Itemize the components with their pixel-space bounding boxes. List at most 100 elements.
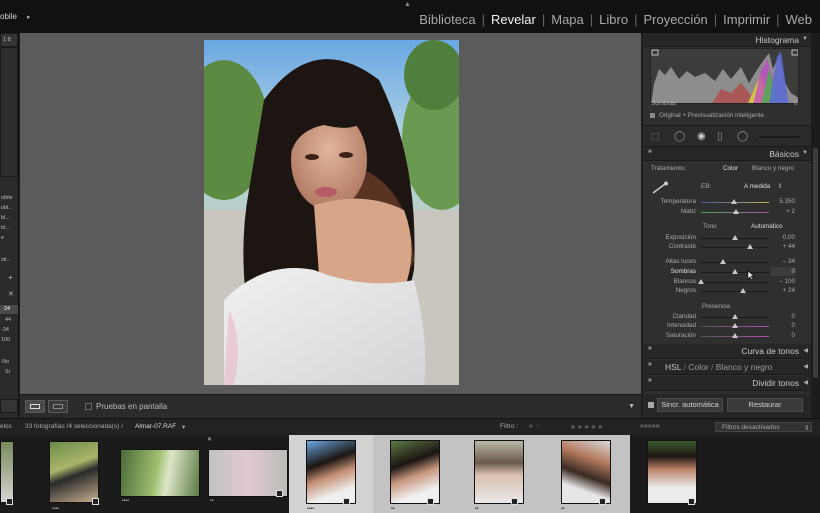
history-value[interactable]: 44 xyxy=(5,317,11,324)
slider-knob[interactable] xyxy=(732,333,738,338)
clarity-value[interactable]: 0 xyxy=(771,313,795,320)
reset-button[interactable]: Restaurar xyxy=(727,398,803,412)
module-web[interactable]: Web xyxy=(780,12,819,27)
snapshot-item[interactable]: sti... xyxy=(1,257,11,264)
identity-arrow-icon[interactable]: ▸ xyxy=(27,13,31,21)
saturation-slider[interactable] xyxy=(701,333,769,338)
shadows-slider[interactable] xyxy=(701,269,769,274)
vibrance-value[interactable]: 0 xyxy=(771,322,795,329)
top-panel-toggle-icon[interactable]: ▲ xyxy=(404,1,411,8)
crop-tool-icon[interactable]: ⬚ xyxy=(651,131,660,142)
soft-proof-checkbox[interactable] xyxy=(85,403,92,410)
slider-knob[interactable] xyxy=(720,259,727,264)
history-value[interactable]: -34 xyxy=(1,327,9,334)
highlights-slider[interactable] xyxy=(701,259,769,264)
red-eye-icon[interactable]: ◉ xyxy=(697,131,706,142)
filmstrip-thumbnail[interactable]: •••• xyxy=(116,435,202,513)
source-label[interactable]: elos xyxy=(0,423,12,430)
star-filter-icon[interactable]: ★★★★★ xyxy=(570,423,604,431)
filmstrip-thumbnail[interactable]: •••• xyxy=(44,435,102,513)
right-panel-scrollbar[interactable] xyxy=(811,33,820,418)
histogram-graph[interactable] xyxy=(650,48,799,104)
filmstrip-thumbnail[interactable] xyxy=(630,435,710,513)
tint-slider[interactable] xyxy=(701,209,769,214)
slider-knob[interactable] xyxy=(732,323,738,328)
blacks-value[interactable]: + 24 xyxy=(771,287,795,294)
history-label[interactable]: No xyxy=(2,359,9,366)
brush-slider[interactable] xyxy=(759,136,799,138)
split-toning-header[interactable]: ■ Dividir tonos ◀ xyxy=(643,376,811,391)
scrollbar-thumb[interactable] xyxy=(813,148,818,378)
whites-value[interactable]: – 100 xyxy=(771,278,795,285)
saturation-value[interactable]: 0 xyxy=(771,332,795,339)
histogram-header[interactable]: Histograma ▼ xyxy=(643,33,811,47)
preset-item[interactable]: obl... xyxy=(1,205,13,212)
auto-tone-button[interactable]: Automático xyxy=(751,223,783,230)
whites-slider[interactable] xyxy=(698,279,769,284)
radial-filter-icon[interactable]: ◯ xyxy=(737,131,748,142)
flag-filter-icon[interactable]: ⚑ ⚐ xyxy=(528,423,541,431)
copy-button[interactable] xyxy=(0,399,18,413)
filename-chevron-down-icon[interactable]: ▾ xyxy=(182,423,185,431)
graduated-filter-icon[interactable]: ▯ xyxy=(717,131,723,142)
filmstrip-thumbnail-selected[interactable]: •• xyxy=(373,435,457,513)
history-value[interactable]: 100 xyxy=(1,337,10,344)
spot-removal-icon[interactable]: ◯ xyxy=(674,131,685,142)
slider-knob[interactable] xyxy=(746,244,753,249)
loupe-view-button[interactable] xyxy=(25,400,45,413)
preset-item[interactable]: e xyxy=(1,235,4,242)
white-balance-eyedropper-icon[interactable] xyxy=(651,181,671,195)
tab-bw[interactable]: Blanco y negro xyxy=(716,362,773,372)
preset-item[interactable]: bl... xyxy=(1,225,10,232)
filmstrip-thumbnail[interactable]: ✕ •• xyxy=(204,435,288,513)
module-proyeccion[interactable]: Proyección xyxy=(637,12,713,27)
current-filename[interactable]: Almar-07.RAF xyxy=(135,423,176,430)
preset-item[interactable]: bl... xyxy=(1,215,10,222)
tab-color[interactable]: Color xyxy=(688,362,708,372)
module-mapa[interactable]: Mapa xyxy=(545,12,590,27)
highlights-value[interactable]: – 34 xyxy=(771,258,795,265)
module-biblioteca[interactable]: Biblioteca xyxy=(413,12,481,27)
blacks-slider[interactable] xyxy=(701,288,769,293)
exposure-value[interactable]: 0,00 xyxy=(771,234,795,241)
temperature-slider[interactable] xyxy=(701,199,769,204)
shadows-value[interactable]: 0 xyxy=(771,268,795,275)
navigator-header[interactable]: 1:8 xyxy=(0,33,18,47)
auto-sync-button[interactable]: Sincr. automática xyxy=(657,398,723,412)
add-snapshot-icon[interactable]: + xyxy=(8,273,13,281)
basic-header[interactable]: ■ Básicos ▼ xyxy=(643,147,811,161)
treatment-bw-button[interactable]: Blanco y negro xyxy=(752,165,794,172)
filmstrip-thumbnail-selected[interactable]: •• xyxy=(541,435,630,513)
filmstrip-thumbnail-selected[interactable]: •• xyxy=(457,435,541,513)
treatment-color-button[interactable]: Color xyxy=(723,165,738,172)
clarity-slider[interactable] xyxy=(701,314,769,319)
sync-toggle-switch[interactable] xyxy=(648,402,654,408)
slider-knob[interactable] xyxy=(740,288,747,293)
filmstrip-thumbnail[interactable] xyxy=(0,435,20,513)
slider-knob[interactable] xyxy=(698,279,704,284)
filmstrip-thumbnail-selected[interactable]: •••• xyxy=(289,435,373,513)
contrast-value[interactable]: + 44 xyxy=(771,243,795,250)
navigator-preview[interactable] xyxy=(0,47,18,177)
filter-preset-select[interactable]: Filtros desactivados ⇕ xyxy=(715,422,812,432)
module-imprimir[interactable]: Imprimir xyxy=(717,12,776,27)
preview-checkbox[interactable] xyxy=(650,113,655,118)
exposure-slider[interactable] xyxy=(701,235,769,240)
slider-knob[interactable] xyxy=(733,209,740,214)
main-photo[interactable] xyxy=(204,40,459,385)
filmstrip[interactable]: •••• •••• ✕ •• •••• •• •• •• xyxy=(0,435,820,513)
history-selected[interactable]: 24 xyxy=(0,305,18,314)
color-filter-icon[interactable]: ■■■■■ xyxy=(640,423,660,430)
tab-hsl[interactable]: HSL xyxy=(665,362,681,372)
before-after-button[interactable] xyxy=(48,400,68,413)
slider-knob[interactable] xyxy=(732,235,738,240)
tone-curve-header[interactable]: ■ Curva de tonos ◀ xyxy=(643,344,811,359)
slider-knob[interactable] xyxy=(730,199,737,204)
toolbar-menu-chevron-down-icon[interactable]: ▼ xyxy=(628,403,635,410)
module-libro[interactable]: Libro xyxy=(593,12,634,27)
hsl-header[interactable]: ■ HSL / Color / Blanco y negro ◀ xyxy=(643,360,811,375)
slider-knob[interactable] xyxy=(732,269,738,274)
contrast-slider[interactable] xyxy=(701,244,769,249)
temperature-value[interactable]: 5.350 xyxy=(771,198,795,205)
tint-value[interactable]: + 2 xyxy=(771,208,795,215)
